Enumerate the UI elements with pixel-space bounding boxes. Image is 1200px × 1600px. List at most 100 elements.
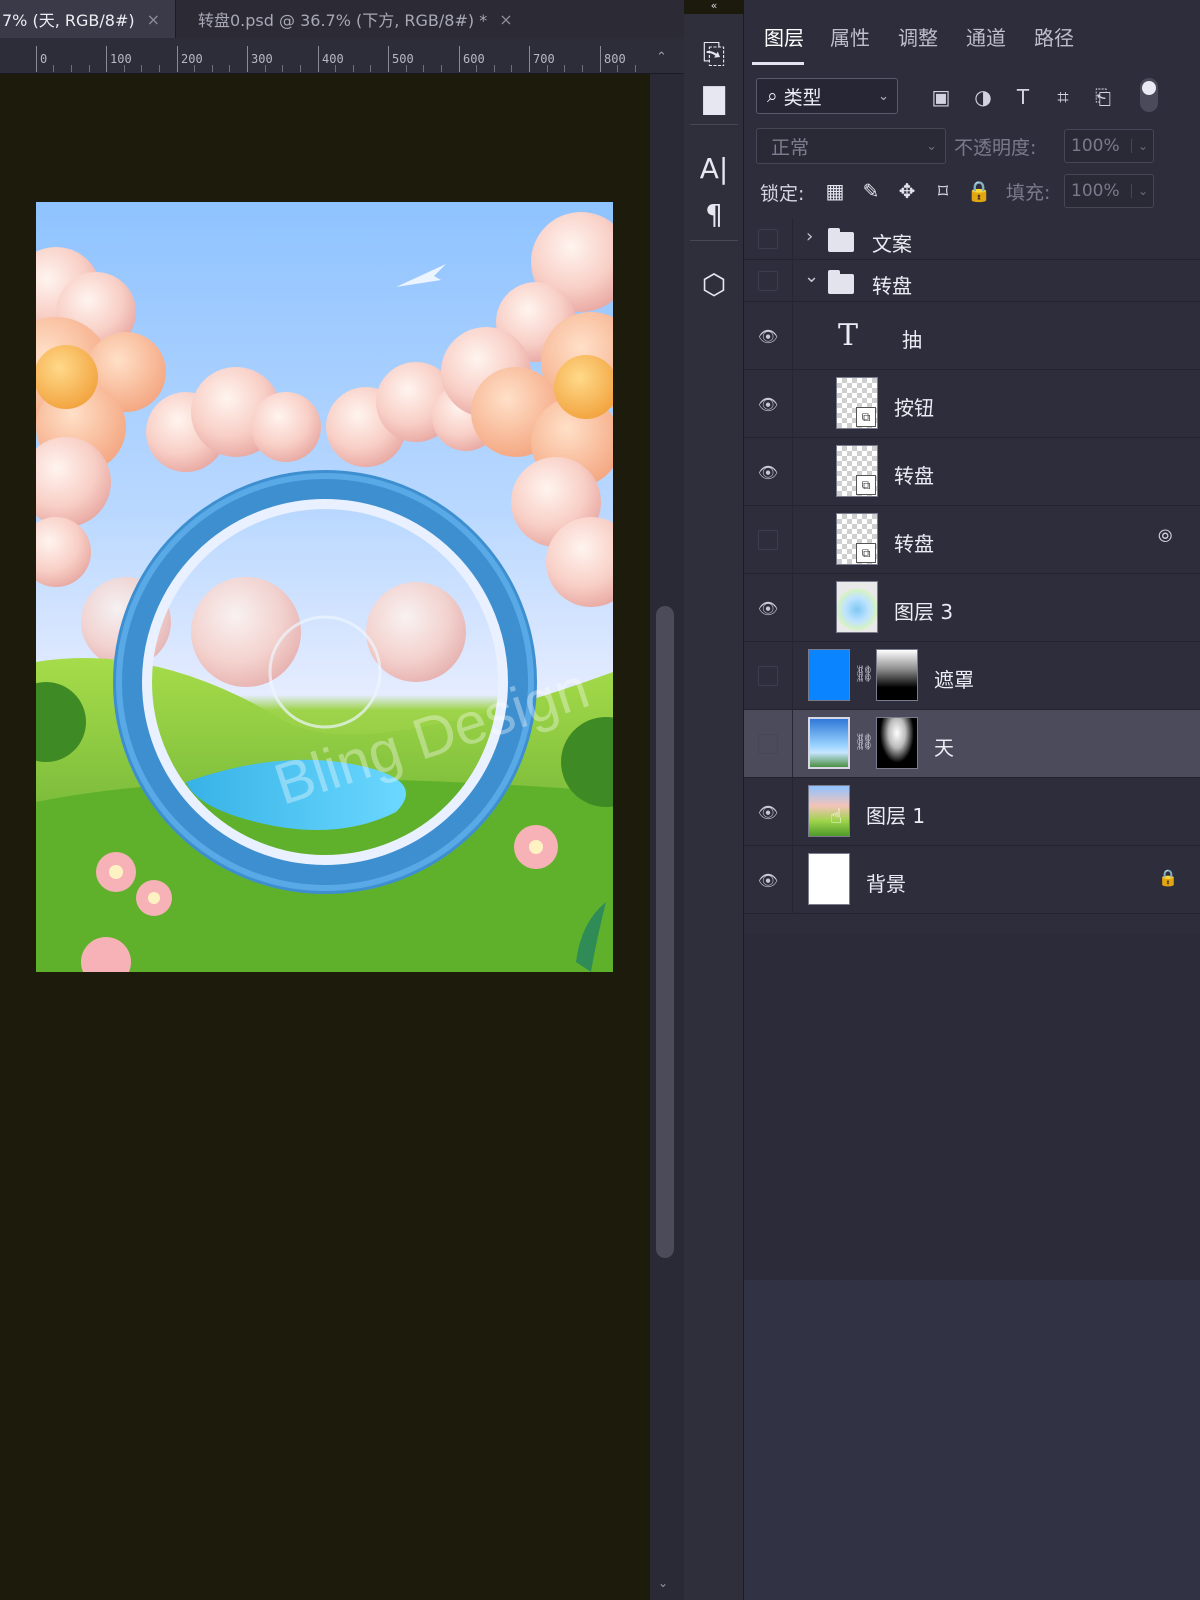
scrollbar-thumb[interactable]	[656, 606, 674, 1258]
scroll-down-icon[interactable]: ⌄	[658, 1576, 668, 1590]
ruler-tick	[36, 46, 37, 72]
layer-row-sky-selected[interactable]: ⛓ 天	[744, 710, 1200, 778]
ruler-tick	[388, 46, 389, 72]
visibility-column	[792, 710, 793, 777]
layer-name[interactable]: 转盘	[872, 270, 912, 299]
layer-name[interactable]: 图层 1	[866, 800, 925, 829]
lock-icon: 🔒	[1158, 868, 1178, 887]
layer-row-image-layer3[interactable]: 👁 图层 3	[744, 574, 1200, 642]
layer-thumbnail	[836, 581, 878, 633]
visibility-toggle-off[interactable]	[758, 271, 778, 291]
visibility-toggle-off[interactable]	[758, 666, 778, 686]
blend-mode-select[interactable]: 正常 ⌄	[756, 128, 946, 164]
layer-filter-select[interactable]: ⌕ 类型 ⌄	[756, 78, 898, 114]
lock-artboard-icon[interactable]: ⌑	[930, 178, 956, 204]
3d-cube-icon[interactable]: ⬡	[692, 266, 736, 302]
eye-icon[interactable]: 👁	[754, 866, 782, 894]
tab-adjustments[interactable]: 调整	[898, 22, 938, 51]
smart-object-filter-icon[interactable]: ⎗	[1090, 84, 1116, 110]
shape-filter-icon[interactable]: ⌗	[1050, 84, 1076, 110]
ruler-label: 100	[110, 52, 132, 66]
link-chain-icon[interactable]: ⛓	[854, 664, 874, 683]
eye-icon[interactable]: 👁	[754, 594, 782, 622]
lock-label: 锁定:	[760, 183, 805, 205]
history-icon[interactable]: ⎘	[692, 36, 736, 72]
collapse-panels-icon[interactable]: «	[684, 0, 744, 14]
text-layer-icon: T	[838, 318, 859, 353]
eye-icon[interactable]: 👁	[754, 322, 782, 350]
mask-thumbnail[interactable]	[876, 717, 918, 769]
layer-name[interactable]: 转盘	[894, 528, 934, 557]
layer-name[interactable]: 遮罩	[934, 664, 974, 693]
eye-icon[interactable]: 👁	[754, 798, 782, 826]
layer-thumbnail: ⧉	[836, 513, 878, 565]
chevron-right-icon[interactable]: ›	[806, 226, 813, 247]
layer-row-group-zhuanpan[interactable]: ⌄ 转盘	[744, 260, 1200, 302]
layer-effects-icon[interactable]: ⦾	[1158, 526, 1172, 547]
ruler-minor-tick	[635, 65, 636, 72]
tab-layers[interactable]: 图层	[764, 22, 804, 51]
paragraph-icon[interactable]: ¶	[692, 196, 736, 232]
filter-toggle[interactable]	[1140, 78, 1158, 112]
character-icon[interactable]: A|	[692, 150, 736, 186]
scroll-up-icon[interactable]: ⌃	[656, 50, 667, 65]
document-canvas-image[interactable]: Bling Design	[36, 202, 613, 972]
type-filter-icon[interactable]: T	[1010, 84, 1036, 110]
layer-row-smart-anniu[interactable]: 👁 ⧉ 按钮	[744, 370, 1200, 438]
layer-name[interactable]: 转盘	[894, 460, 934, 489]
layer-thumbnail	[808, 649, 850, 701]
layer-row-smart-zhuanpan-hidden[interactable]: ⧉ 转盘 ⦾	[744, 506, 1200, 574]
layer-row-smart-zhuanpan[interactable]: 👁 ⧉ 转盘	[744, 438, 1200, 506]
layers-panel: 图层 属性 调整 通道 路径 ⌕ 类型 ⌄ ▣ ◑ T ⌗ ⎗ 正常 ⌄ 不透明…	[744, 0, 1200, 1600]
link-chain-icon[interactable]: ⛓	[854, 732, 874, 751]
visibility-column	[792, 778, 793, 845]
eye-icon[interactable]: 👁	[754, 390, 782, 418]
close-icon[interactable]: ×	[147, 10, 160, 29]
tab-paths[interactable]: 路径	[1034, 22, 1074, 51]
lock-all-icon[interactable]: 🔒	[966, 178, 992, 204]
close-icon[interactable]: ×	[499, 10, 512, 29]
chevron-down-icon: ⌄	[1130, 139, 1148, 153]
folder-open-icon	[828, 270, 854, 294]
eye-icon[interactable]: 👁	[754, 458, 782, 486]
opacity-field[interactable]: 100% ⌄	[1064, 129, 1154, 163]
visibility-toggle-off[interactable]	[758, 734, 778, 754]
ruler-minor-tick	[124, 65, 125, 72]
horizontal-ruler[interactable]: 0 100 200 300 400 500 600 700 800 ⌃	[0, 38, 684, 74]
lock-pixels-icon[interactable]: ✎	[858, 178, 884, 204]
pixel-filter-icon[interactable]: ▣	[928, 84, 954, 110]
ruler-minor-tick	[53, 65, 54, 72]
smart-object-icon: ⧉	[856, 475, 876, 495]
layer-name[interactable]: 抽	[902, 324, 922, 353]
adjustment-filter-icon[interactable]: ◑	[970, 84, 996, 110]
comment-icon[interactable]: ▇	[692, 80, 736, 116]
layer-row-text-chou[interactable]: 👁 T 抽	[744, 302, 1200, 370]
layer-name[interactable]: 文案	[872, 228, 912, 257]
opacity-value: 100%	[1071, 136, 1120, 156]
canvas-area[interactable]: Bling Design	[0, 74, 650, 1600]
fill-field[interactable]: 100% ⌄	[1064, 174, 1154, 208]
layer-name[interactable]: 图层 3	[894, 596, 953, 625]
layer-name[interactable]: 背景	[866, 868, 906, 897]
tab-channels[interactable]: 通道	[966, 22, 1006, 51]
chevron-down-icon: ⌄	[926, 138, 937, 154]
visibility-toggle-off[interactable]	[758, 530, 778, 550]
tab-properties[interactable]: 属性	[830, 22, 870, 51]
mask-thumbnail[interactable]	[876, 649, 918, 701]
toggle-knob	[1142, 81, 1156, 95]
vertical-scrollbar[interactable]	[650, 74, 684, 1600]
visibility-toggle-off[interactable]	[758, 229, 778, 249]
layer-list: › 文案 ⌄ 转盘 👁 T 抽 👁 ⧉ 按钮 👁 ⧉ 转盘 ⧉ 转盘 ⦾ 👁 图…	[744, 214, 1200, 934]
blend-row: 正常 ⌄ 不透明度: 100% ⌄	[744, 124, 1200, 168]
chevron-down-icon[interactable]: ⌄	[804, 266, 819, 287]
layer-row-group-wenan[interactable]: › 文案	[744, 218, 1200, 260]
layer-row-mask[interactable]: ⛓ 遮罩	[744, 642, 1200, 710]
layer-name[interactable]: 按钮	[894, 392, 934, 421]
document-tab-zhuanpan[interactable]: 转盘0.psd @ 36.7% (下方, RGB/8#) * ×	[176, 0, 576, 38]
document-tab-active[interactable]: 7% (天, RGB/8#) ×	[0, 0, 176, 38]
layer-row-image-layer1[interactable]: 👁 图层 1 ☝	[744, 778, 1200, 846]
lock-position-icon[interactable]: ✥	[894, 178, 920, 204]
layer-row-background[interactable]: 👁 背景 🔒	[744, 846, 1200, 914]
layer-name[interactable]: 天	[934, 732, 954, 761]
lock-transparency-icon[interactable]: ▦	[822, 178, 848, 204]
